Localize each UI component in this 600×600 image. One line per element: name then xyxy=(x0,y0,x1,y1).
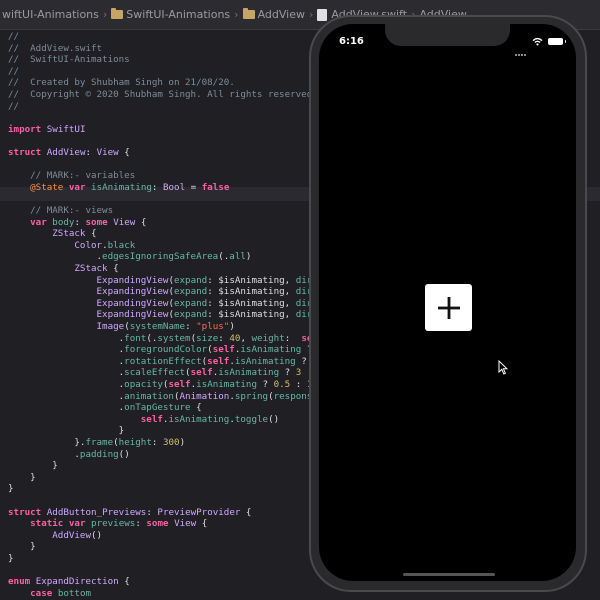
breadcrumb-item-project[interactable]: wiftUI-Animations xyxy=(2,8,99,21)
code-line: } xyxy=(8,483,14,495)
swift-file-icon xyxy=(317,8,328,21)
breadcrumb-item-folder[interactable]: AddView xyxy=(242,8,305,21)
code-line: // Copyright © 2020 Shubham Singh. All r… xyxy=(8,89,318,100)
add-button[interactable] xyxy=(425,284,472,331)
breadcrumb-item-group[interactable]: SwiftUI-Animations xyxy=(111,8,230,21)
mouse-cursor-icon xyxy=(498,360,508,375)
breadcrumb-label: SwiftUI-Animations xyxy=(126,8,231,21)
code-line: struct AddView: View { xyxy=(8,147,130,158)
status-bar-time: 6:16 xyxy=(339,36,364,47)
chevron-right-icon: › xyxy=(102,8,108,21)
plus-icon xyxy=(437,296,460,319)
folder-icon xyxy=(111,8,124,19)
battery-icon xyxy=(548,38,566,45)
code-line: import SwiftUI xyxy=(8,123,86,135)
simulator-screen[interactable]: 6:16 xyxy=(319,24,576,581)
cellular-signal-icon xyxy=(515,41,527,56)
chevron-right-icon: › xyxy=(234,8,239,21)
folder-icon xyxy=(242,8,255,19)
home-indicator xyxy=(403,573,495,576)
code-line: } xyxy=(8,553,14,564)
code-line: // xyxy=(8,100,20,112)
breadcrumb-label: AddView xyxy=(257,8,305,21)
code-line: // SwiftUI-Animations xyxy=(8,54,130,66)
chevron-right-icon: › xyxy=(308,8,314,21)
breadcrumb-label: wiftUI-Animations xyxy=(2,8,99,21)
device-notch xyxy=(385,24,510,46)
wifi-icon xyxy=(532,37,543,46)
code-line: @State var isAnimating: Bool = false xyxy=(30,181,230,193)
